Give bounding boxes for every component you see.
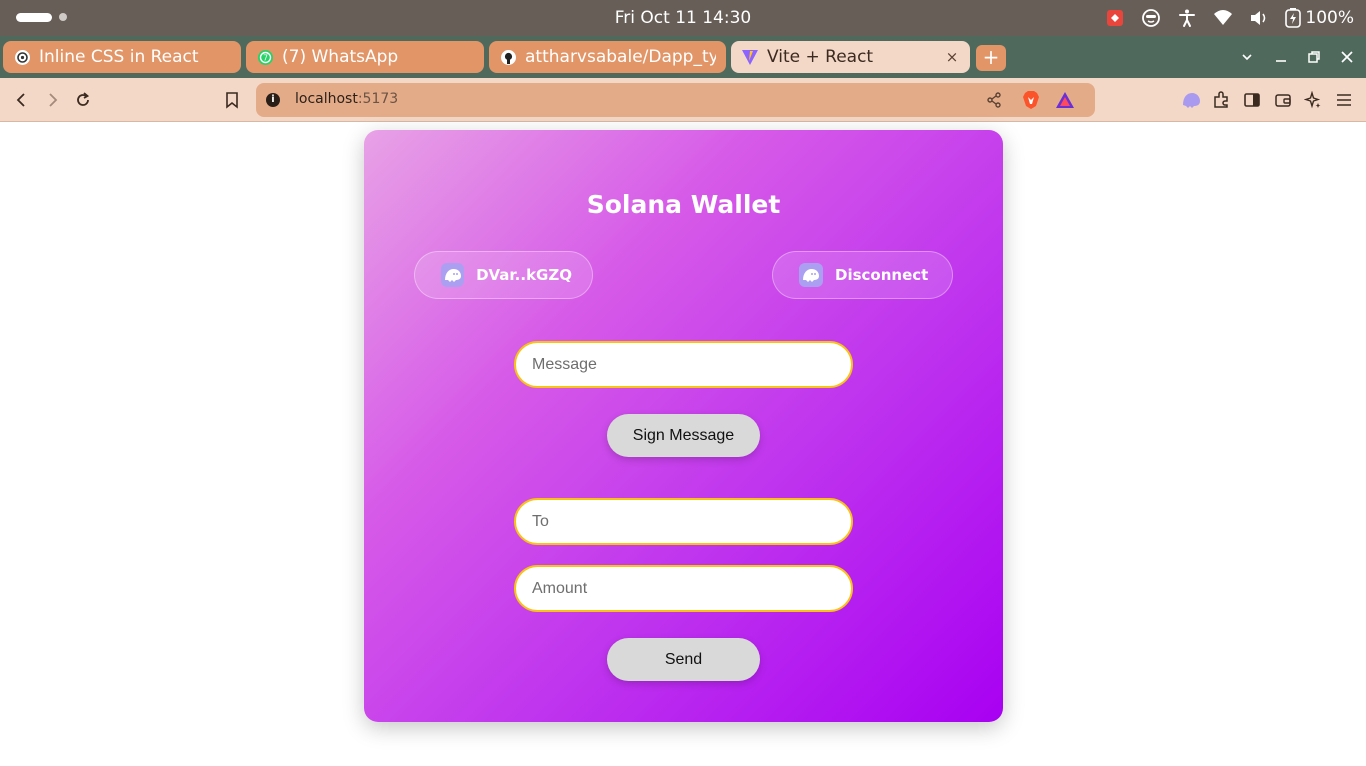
amount-input[interactable] [514, 565, 853, 612]
face-icon[interactable] [1140, 7, 1162, 29]
address-bar[interactable]: i localhost:5173 [256, 83, 1095, 117]
brave-rewards-icon[interactable] [1055, 90, 1075, 110]
wallet-card: Solana Wallet DVar..kGZQ Disconnect Sign… [364, 130, 1003, 722]
system-tray: 100% [1104, 6, 1354, 30]
url-port: :5173 [357, 91, 399, 107]
reload-icon[interactable] [70, 87, 96, 113]
browser-toolbar: i localhost:5173 [0, 78, 1366, 122]
maximize-icon[interactable] [1303, 46, 1325, 68]
screen-record-icon[interactable] [1104, 7, 1126, 29]
to-address-input[interactable] [514, 498, 853, 545]
accessibility-icon[interactable] [1176, 7, 1198, 29]
tab-github[interactable]: attharvsabale/Dapp_ty [489, 41, 726, 73]
site-info-icon[interactable]: i [266, 93, 280, 107]
whatsapp-icon: 7 [256, 48, 274, 66]
wifi-icon[interactable] [1212, 7, 1234, 29]
phantom-icon [441, 263, 465, 287]
disconnect-button[interactable]: Disconnect [772, 251, 953, 299]
minimize-icon[interactable] [1270, 46, 1292, 68]
os-top-bar: Fri Oct 11 14:30 100% [0, 0, 1366, 36]
wallet-address-button[interactable]: DVar..kGZQ [414, 251, 593, 299]
github-icon [499, 48, 517, 66]
new-tab-button[interactable]: + [976, 45, 1006, 71]
tab-title: (7) WhatsApp [282, 47, 399, 67]
battery-charging-icon [1285, 8, 1302, 28]
bookmark-icon[interactable] [219, 87, 245, 113]
brave-shields-icon[interactable] [1021, 90, 1041, 110]
battery-status[interactable]: 100% [1284, 8, 1354, 28]
tab-title: Inline CSS in React [39, 47, 199, 67]
tab-title: Vite + React [767, 47, 874, 67]
svg-text:7: 7 [262, 53, 267, 62]
forward-icon[interactable] [39, 87, 65, 113]
share-icon[interactable] [984, 90, 1004, 110]
close-window-icon[interactable] [1336, 46, 1358, 68]
tab-vite-react[interactable]: Vite + React × [731, 41, 970, 73]
browser-tab-strip: Inline CSS in React 7 (7) WhatsApp attha… [0, 36, 1366, 78]
wallet-address-label: DVar..kGZQ [476, 266, 572, 284]
tab-inline-css[interactable]: Inline CSS in React [3, 41, 241, 73]
send-button[interactable]: Send [607, 638, 760, 681]
url-text[interactable]: localhost:5173 [295, 91, 398, 107]
message-input[interactable] [514, 341, 853, 388]
battery-percentage: 100% [1305, 8, 1354, 28]
tab-whatsapp[interactable]: 7 (7) WhatsApp [246, 41, 484, 73]
tab-title: attharvsabale/Dapp_ty [525, 47, 716, 67]
extensions-icon[interactable] [1211, 90, 1231, 110]
tab-search-dropdown-icon[interactable] [1236, 46, 1258, 68]
menu-icon[interactable] [1334, 90, 1354, 110]
sidebar-icon[interactable] [1242, 90, 1262, 110]
close-tab-icon[interactable]: × [944, 48, 960, 66]
leo-ai-icon[interactable] [1303, 90, 1323, 110]
volume-icon[interactable] [1248, 7, 1270, 29]
back-icon[interactable] [9, 87, 35, 113]
vite-icon [741, 48, 759, 66]
phantom-icon [799, 263, 823, 287]
phantom-extension-icon[interactable] [1181, 90, 1201, 110]
page-title: Solana Wallet [586, 190, 781, 219]
openai-icon [13, 48, 31, 66]
url-host: localhost [295, 91, 358, 107]
disconnect-label: Disconnect [835, 266, 929, 284]
wallet-icon[interactable] [1273, 90, 1293, 110]
sign-message-button[interactable]: Sign Message [607, 414, 760, 457]
